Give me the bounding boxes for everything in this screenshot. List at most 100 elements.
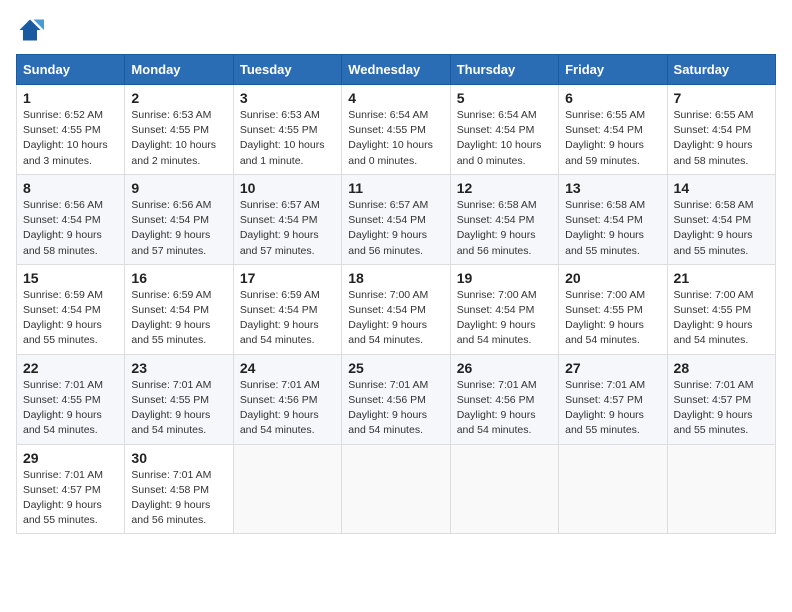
day-info: Sunrise: 6:52 AM Sunset: 4:55 PM Dayligh… (23, 109, 108, 167)
calendar-cell: 9 Sunrise: 6:56 AM Sunset: 4:54 PM Dayli… (125, 174, 233, 264)
day-number: 5 (457, 90, 552, 106)
calendar-cell: 6 Sunrise: 6:55 AM Sunset: 4:54 PM Dayli… (559, 85, 667, 175)
day-number: 6 (565, 90, 660, 106)
calendar-cell: 28 Sunrise: 7:01 AM Sunset: 4:57 PM Dayl… (667, 354, 775, 444)
day-number: 15 (23, 270, 118, 286)
day-info: Sunrise: 6:57 AM Sunset: 4:54 PM Dayligh… (240, 199, 320, 257)
day-number: 28 (674, 360, 769, 376)
calendar-cell: 14 Sunrise: 6:58 AM Sunset: 4:54 PM Dayl… (667, 174, 775, 264)
day-info: Sunrise: 7:01 AM Sunset: 4:57 PM Dayligh… (674, 379, 754, 437)
logo (16, 16, 48, 44)
day-number: 18 (348, 270, 443, 286)
day-number: 7 (674, 90, 769, 106)
calendar-cell: 20 Sunrise: 7:00 AM Sunset: 4:55 PM Dayl… (559, 264, 667, 354)
calendar-cell (450, 444, 558, 534)
calendar-cell: 22 Sunrise: 7:01 AM Sunset: 4:55 PM Dayl… (17, 354, 125, 444)
day-info: Sunrise: 6:56 AM Sunset: 4:54 PM Dayligh… (23, 199, 103, 257)
day-info: Sunrise: 6:58 AM Sunset: 4:54 PM Dayligh… (457, 199, 537, 257)
day-info: Sunrise: 7:00 AM Sunset: 4:54 PM Dayligh… (348, 289, 428, 347)
day-number: 23 (131, 360, 226, 376)
day-number: 29 (23, 450, 118, 466)
weekday-header-wednesday: Wednesday (342, 55, 450, 85)
logo-icon (16, 16, 44, 44)
day-number: 19 (457, 270, 552, 286)
calendar-table: SundayMondayTuesdayWednesdayThursdayFrid… (16, 54, 776, 534)
day-info: Sunrise: 6:55 AM Sunset: 4:54 PM Dayligh… (674, 109, 754, 167)
day-number: 13 (565, 180, 660, 196)
day-number: 30 (131, 450, 226, 466)
calendar-week-4: 22 Sunrise: 7:01 AM Sunset: 4:55 PM Dayl… (17, 354, 776, 444)
calendar-cell: 10 Sunrise: 6:57 AM Sunset: 4:54 PM Dayl… (233, 174, 341, 264)
calendar-week-3: 15 Sunrise: 6:59 AM Sunset: 4:54 PM Dayl… (17, 264, 776, 354)
day-info: Sunrise: 6:54 AM Sunset: 4:54 PM Dayligh… (457, 109, 542, 167)
calendar-cell: 1 Sunrise: 6:52 AM Sunset: 4:55 PM Dayli… (17, 85, 125, 175)
calendar-cell: 8 Sunrise: 6:56 AM Sunset: 4:54 PM Dayli… (17, 174, 125, 264)
calendar-week-1: 1 Sunrise: 6:52 AM Sunset: 4:55 PM Dayli… (17, 85, 776, 175)
day-info: Sunrise: 7:00 AM Sunset: 4:55 PM Dayligh… (565, 289, 645, 347)
calendar-cell: 15 Sunrise: 6:59 AM Sunset: 4:54 PM Dayl… (17, 264, 125, 354)
day-info: Sunrise: 7:00 AM Sunset: 4:54 PM Dayligh… (457, 289, 537, 347)
day-info: Sunrise: 6:57 AM Sunset: 4:54 PM Dayligh… (348, 199, 428, 257)
calendar-header-row: SundayMondayTuesdayWednesdayThursdayFrid… (17, 55, 776, 85)
calendar-cell: 24 Sunrise: 7:01 AM Sunset: 4:56 PM Dayl… (233, 354, 341, 444)
day-number: 10 (240, 180, 335, 196)
calendar-cell: 21 Sunrise: 7:00 AM Sunset: 4:55 PM Dayl… (667, 264, 775, 354)
day-info: Sunrise: 7:01 AM Sunset: 4:57 PM Dayligh… (23, 469, 103, 527)
calendar-cell: 12 Sunrise: 6:58 AM Sunset: 4:54 PM Dayl… (450, 174, 558, 264)
calendar-cell: 5 Sunrise: 6:54 AM Sunset: 4:54 PM Dayli… (450, 85, 558, 175)
day-info: Sunrise: 7:01 AM Sunset: 4:58 PM Dayligh… (131, 469, 211, 527)
calendar-cell: 16 Sunrise: 6:59 AM Sunset: 4:54 PM Dayl… (125, 264, 233, 354)
weekday-header-sunday: Sunday (17, 55, 125, 85)
day-number: 21 (674, 270, 769, 286)
day-info: Sunrise: 6:58 AM Sunset: 4:54 PM Dayligh… (565, 199, 645, 257)
day-number: 22 (23, 360, 118, 376)
day-number: 3 (240, 90, 335, 106)
weekday-header-tuesday: Tuesday (233, 55, 341, 85)
day-number: 2 (131, 90, 226, 106)
calendar-cell: 4 Sunrise: 6:54 AM Sunset: 4:55 PM Dayli… (342, 85, 450, 175)
day-number: 17 (240, 270, 335, 286)
weekday-header-monday: Monday (125, 55, 233, 85)
day-number: 27 (565, 360, 660, 376)
calendar-cell: 7 Sunrise: 6:55 AM Sunset: 4:54 PM Dayli… (667, 85, 775, 175)
calendar-cell: 27 Sunrise: 7:01 AM Sunset: 4:57 PM Dayl… (559, 354, 667, 444)
day-number: 24 (240, 360, 335, 376)
day-info: Sunrise: 7:01 AM Sunset: 4:55 PM Dayligh… (131, 379, 211, 437)
day-number: 9 (131, 180, 226, 196)
day-info: Sunrise: 6:59 AM Sunset: 4:54 PM Dayligh… (131, 289, 211, 347)
day-number: 4 (348, 90, 443, 106)
day-info: Sunrise: 6:59 AM Sunset: 4:54 PM Dayligh… (240, 289, 320, 347)
day-info: Sunrise: 7:01 AM Sunset: 4:56 PM Dayligh… (348, 379, 428, 437)
day-number: 25 (348, 360, 443, 376)
day-number: 12 (457, 180, 552, 196)
day-number: 1 (23, 90, 118, 106)
day-number: 11 (348, 180, 443, 196)
weekday-header-saturday: Saturday (667, 55, 775, 85)
calendar-cell: 30 Sunrise: 7:01 AM Sunset: 4:58 PM Dayl… (125, 444, 233, 534)
calendar-cell: 29 Sunrise: 7:01 AM Sunset: 4:57 PM Dayl… (17, 444, 125, 534)
day-info: Sunrise: 6:58 AM Sunset: 4:54 PM Dayligh… (674, 199, 754, 257)
day-number: 14 (674, 180, 769, 196)
calendar-cell: 3 Sunrise: 6:53 AM Sunset: 4:55 PM Dayli… (233, 85, 341, 175)
day-info: Sunrise: 6:56 AM Sunset: 4:54 PM Dayligh… (131, 199, 211, 257)
calendar-week-5: 29 Sunrise: 7:01 AM Sunset: 4:57 PM Dayl… (17, 444, 776, 534)
calendar-cell (233, 444, 341, 534)
calendar-cell: 25 Sunrise: 7:01 AM Sunset: 4:56 PM Dayl… (342, 354, 450, 444)
day-info: Sunrise: 6:53 AM Sunset: 4:55 PM Dayligh… (240, 109, 325, 167)
calendar-cell: 13 Sunrise: 6:58 AM Sunset: 4:54 PM Dayl… (559, 174, 667, 264)
calendar-cell: 26 Sunrise: 7:01 AM Sunset: 4:56 PM Dayl… (450, 354, 558, 444)
day-number: 20 (565, 270, 660, 286)
calendar-week-2: 8 Sunrise: 6:56 AM Sunset: 4:54 PM Dayli… (17, 174, 776, 264)
weekday-header-thursday: Thursday (450, 55, 558, 85)
calendar-cell (667, 444, 775, 534)
calendar-cell: 18 Sunrise: 7:00 AM Sunset: 4:54 PM Dayl… (342, 264, 450, 354)
page-header (16, 16, 776, 44)
day-info: Sunrise: 7:01 AM Sunset: 4:56 PM Dayligh… (240, 379, 320, 437)
calendar-cell: 23 Sunrise: 7:01 AM Sunset: 4:55 PM Dayl… (125, 354, 233, 444)
day-number: 8 (23, 180, 118, 196)
calendar-cell: 2 Sunrise: 6:53 AM Sunset: 4:55 PM Dayli… (125, 85, 233, 175)
calendar-cell: 19 Sunrise: 7:00 AM Sunset: 4:54 PM Dayl… (450, 264, 558, 354)
day-info: Sunrise: 7:00 AM Sunset: 4:55 PM Dayligh… (674, 289, 754, 347)
day-info: Sunrise: 6:55 AM Sunset: 4:54 PM Dayligh… (565, 109, 645, 167)
day-info: Sunrise: 7:01 AM Sunset: 4:56 PM Dayligh… (457, 379, 537, 437)
